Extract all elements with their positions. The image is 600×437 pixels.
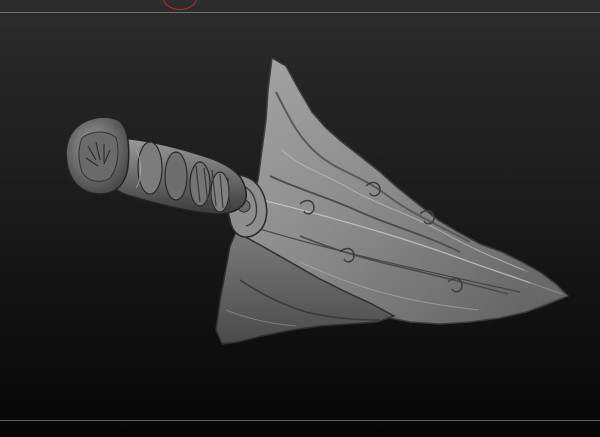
sculpt-viewport[interactable] xyxy=(0,0,600,437)
blade xyxy=(215,56,570,345)
dagger-model[interactable] xyxy=(0,0,600,437)
viewport-bottom-border xyxy=(0,420,600,421)
pommel xyxy=(65,116,130,195)
